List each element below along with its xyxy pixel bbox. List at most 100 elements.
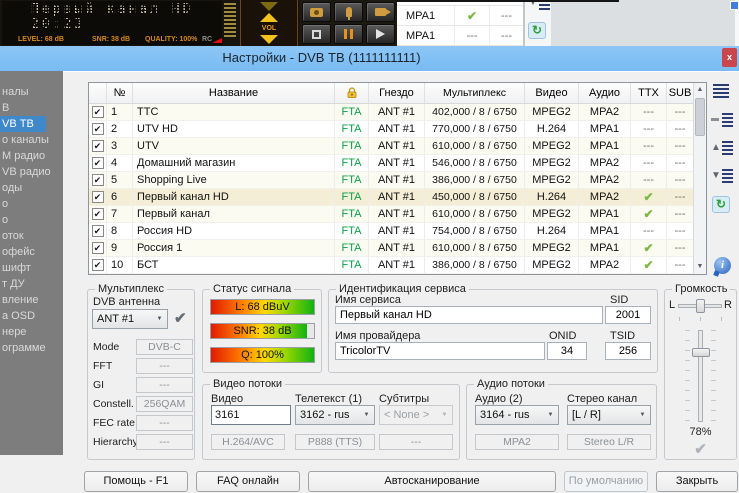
channel-table[interactable]: № Название Гнездо Мультиплекс Видео Ауди…	[88, 82, 707, 275]
channel-checkbox[interactable]: ✔	[92, 123, 104, 135]
sidebar-item[interactable]: В	[0, 100, 63, 116]
sidebar-item[interactable]: М радио	[0, 148, 63, 164]
record-audio-button[interactable]	[334, 2, 363, 22]
volume-slider-thumb[interactable]	[692, 348, 710, 357]
volume-up-icon[interactable]	[260, 13, 278, 22]
channel-audio-codec: MPA1	[579, 223, 631, 239]
service-name-field[interactable]: Первый канал HD	[335, 306, 603, 324]
header-socket[interactable]: Гнездо	[369, 83, 425, 103]
channel-row[interactable]: ✔5Shopping LiveFTAANT #1386,000 / 8 / 67…	[89, 172, 706, 189]
channel-multiplex: 402,000 / 8 / 6750	[425, 104, 525, 120]
bg-audio-codec: MPA1	[397, 6, 455, 25]
channel-list-icon[interactable]	[713, 84, 729, 98]
header-num[interactable]: №	[107, 83, 133, 103]
faq-button[interactable]: FAQ онлайн	[196, 471, 300, 492]
channel-checkbox[interactable]: ✔	[92, 140, 104, 152]
header-sub[interactable]: SUB	[667, 83, 693, 103]
remove-channel-icon[interactable]	[711, 112, 733, 127]
record-video-button[interactable]	[366, 2, 395, 22]
sidebar-item[interactable]: а OSD	[0, 308, 63, 324]
sidebar-item[interactable]: VB ТВ	[0, 116, 46, 132]
channel-checkbox[interactable]: ✔	[92, 242, 104, 254]
sidebar-item[interactable]: о	[0, 212, 63, 228]
header-audio[interactable]: Аудио	[579, 83, 631, 103]
channel-ttx: ✔	[631, 240, 667, 256]
channel-checkbox[interactable]: ✔	[92, 174, 104, 186]
volume-slider[interactable]	[698, 330, 703, 422]
onid-field[interactable]: 34	[547, 342, 587, 360]
channel-row[interactable]: ✔2UTV HDFTAANT #1770,000 / 8 / 6750H.264…	[89, 121, 706, 138]
tsid-field[interactable]: 256	[605, 342, 651, 360]
channel-down-icon[interactable]	[260, 2, 278, 11]
move-down-icon[interactable]	[711, 168, 733, 183]
channel-socket: ANT #1	[369, 172, 425, 188]
header-access[interactable]	[335, 83, 369, 103]
channel-number: 8	[107, 223, 133, 239]
sidebar-item[interactable]: о каналы	[0, 132, 63, 148]
audio-select[interactable]: 3164 - rus	[475, 405, 559, 425]
move-up-icon[interactable]	[711, 140, 733, 155]
sidebar-item[interactable]: офейс	[0, 244, 63, 260]
scroll-down-icon[interactable]	[694, 260, 706, 274]
channel-checkbox[interactable]: ✔	[92, 208, 104, 220]
video-pid-input[interactable]: 3161	[211, 405, 291, 425]
channel-row[interactable]: ✔7Первый каналFTAANT #1610,000 / 8 / 675…	[89, 206, 706, 223]
channel-checkbox[interactable]: ✔	[92, 106, 104, 118]
sidebar-item[interactable]: VB радио	[0, 164, 63, 180]
channel-row[interactable]: ✔1TTCFTAANT #1402,000 / 8 / 6750MPEG2MPA…	[89, 104, 706, 121]
close-dialog-button[interactable]: Закрыть	[656, 471, 738, 492]
sidebar-item[interactable]: нере	[0, 324, 63, 340]
header-video[interactable]: Видео	[525, 83, 579, 103]
channel-row[interactable]: ✔6Первый канал HDFTAANT #1450,000 / 8 / …	[89, 189, 706, 206]
channel-socket: ANT #1	[369, 121, 425, 137]
sidebar-item[interactable]: оток	[0, 228, 63, 244]
header-mux[interactable]: Мультиплекс	[425, 83, 525, 103]
channel-row[interactable]: ✔8Россия HDFTAANT #1754,000 / 8 / 6750H.…	[89, 223, 706, 240]
sidebar: налыВVB ТВо каналыМ радиоVB радиоодыооот…	[0, 71, 63, 455]
refresh-list-icon[interactable]	[712, 196, 730, 213]
stereo-select[interactable]: [L / R]	[567, 405, 651, 425]
sidebar-item[interactable]: т ДУ	[0, 276, 63, 292]
volume-check-icon	[665, 440, 736, 458]
sidebar-item[interactable]: оды	[0, 180, 63, 196]
channel-checkbox[interactable]: ✔	[92, 157, 104, 169]
pause-button[interactable]	[334, 24, 363, 44]
mux-param-label: Hierarchy	[93, 436, 138, 448]
teletext-select[interactable]: 3162 - rus	[295, 405, 375, 425]
subtitles-value: < None >	[384, 409, 429, 421]
autoscan-button[interactable]: Автосканирование	[308, 471, 556, 492]
info-icon[interactable]	[714, 257, 731, 274]
mux-param-label: Constell.	[93, 398, 134, 410]
channel-row[interactable]: ✔10БСТFTAANT #1386,000 / 8 / 6750MPEG2MP…	[89, 257, 706, 274]
sidebar-item[interactable]: ограмме	[0, 340, 63, 356]
balance-slider-thumb[interactable]	[696, 299, 705, 313]
channel-checkbox[interactable]: ✔	[92, 259, 104, 271]
antenna-select[interactable]: ANT #1	[92, 309, 168, 329]
header-ttx[interactable]: TTX	[631, 83, 667, 103]
channel-checkbox[interactable]: ✔	[92, 191, 104, 203]
provider-field[interactable]: TricolorTV	[335, 342, 545, 360]
channel-row[interactable]: ✔4Домашний магазинFTAANT #1546,000 / 8 /…	[89, 155, 706, 172]
sidebar-item[interactable]: шифт	[0, 260, 63, 276]
channel-row[interactable]: ✔3UTVFTAANT #1610,000 / 8 / 6750MPEG2MPA…	[89, 138, 706, 155]
stop-button[interactable]	[302, 24, 331, 44]
header-name[interactable]: Название	[133, 83, 335, 103]
channel-sub: ---	[667, 189, 693, 205]
dialog-titlebar[interactable]: Настройки - DVB ТВ (1111111111) x	[0, 46, 739, 71]
close-button[interactable]: x	[722, 48, 737, 67]
sidebar-item[interactable]: налы	[0, 84, 63, 100]
sidebar-item[interactable]: вление	[0, 292, 63, 308]
channel-row[interactable]: ✔9Россия 1FTAANT #1610,000 / 8 / 6750MPE…	[89, 240, 706, 257]
play-button[interactable]	[366, 24, 395, 44]
scrollbar-thumb[interactable]	[695, 98, 705, 136]
channel-number: 5	[107, 172, 133, 188]
table-scrollbar[interactable]	[693, 83, 706, 274]
bg-ttx: ✔	[455, 6, 490, 25]
help-button[interactable]: Помощь - F1	[84, 471, 188, 492]
sid-field[interactable]: 2001	[605, 306, 651, 324]
snapshot-button[interactable]	[302, 2, 331, 22]
scroll-up-icon[interactable]	[694, 83, 706, 97]
channel-checkbox[interactable]: ✔	[92, 225, 104, 237]
volume-down-icon[interactable]	[260, 35, 278, 44]
sidebar-item[interactable]: о	[0, 196, 63, 212]
